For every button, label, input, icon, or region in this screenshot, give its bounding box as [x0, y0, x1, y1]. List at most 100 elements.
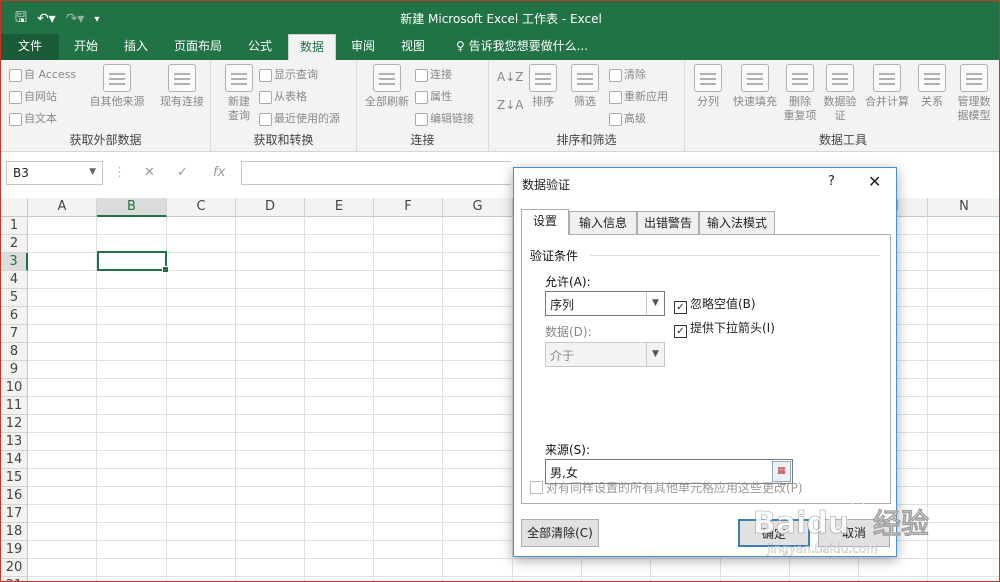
remove-duplicates-button[interactable]: 删除 重复项 [781, 64, 819, 123]
other-sources-button[interactable]: 自其他来源 [87, 64, 147, 109]
cancel-icon[interactable]: ✕ [144, 165, 155, 180]
column-header-b[interactable]: B [97, 198, 167, 217]
tab-data[interactable]: 数据 [288, 34, 336, 60]
refresh-all-button[interactable]: 全部刷新 [361, 64, 413, 109]
tab-error-alert[interactable]: 出错警告 [637, 211, 699, 235]
column-header-e[interactable]: E [305, 198, 374, 217]
tab-ime-mode[interactable]: 输入法模式 [699, 211, 775, 235]
tab-insert[interactable]: 插入 [113, 34, 159, 60]
row-header-21[interactable]: 21 [1, 577, 28, 581]
tab-input-message[interactable]: 输入信息 [569, 211, 637, 235]
formula-input[interactable] [241, 161, 511, 185]
column-header-f[interactable]: F [374, 198, 443, 217]
selected-cell[interactable] [97, 251, 169, 273]
group-sort-filter: A↓Z Z↓A 排序 筛选 清除 重新应用 高级 排序和筛选 [489, 60, 685, 152]
tab-view[interactable]: 视图 [391, 34, 435, 60]
select-all-corner[interactable] [1, 198, 28, 217]
from-table-button[interactable]: 从表格 [259, 88, 307, 104]
close-icon[interactable]: ✕ [868, 172, 881, 191]
from-access-button[interactable]: 自 Access [9, 66, 76, 82]
other-sources-icon [103, 64, 131, 92]
clear-filter-button[interactable]: 清除 [609, 66, 646, 82]
row-header-15[interactable]: 15 [1, 469, 28, 487]
row-header-19[interactable]: 19 [1, 541, 28, 559]
cancel-button[interactable]: 取消 [818, 519, 890, 547]
tab-home[interactable]: 开始 [63, 34, 109, 60]
column-header-a[interactable]: A [28, 198, 97, 217]
row-header-17[interactable]: 17 [1, 505, 28, 523]
row-header-1[interactable]: 1 [1, 217, 28, 235]
dialog-title: 数据验证 [522, 178, 571, 192]
sort-az-icon[interactable]: A↓Z [497, 70, 523, 84]
section-divider [590, 255, 880, 256]
chevron-down-icon[interactable]: ▼ [89, 167, 96, 177]
advanced-icon [609, 112, 622, 126]
ignore-blank-checkbox[interactable]: ✓ 忽略空值(B) [674, 295, 756, 314]
name-box[interactable]: B3 ▼ [6, 161, 103, 185]
allow-select[interactable]: 序列 ▼ [545, 291, 665, 316]
tab-formulas[interactable]: 公式 [237, 34, 283, 60]
row-header-11[interactable]: 11 [1, 397, 28, 415]
row-header-12[interactable]: 12 [1, 415, 28, 433]
relationships-icon [918, 64, 946, 92]
column-header-c[interactable]: C [167, 198, 236, 217]
recent-sources-button[interactable]: 最近使用的源 [259, 110, 340, 126]
web-icon [9, 90, 22, 104]
row-header-9[interactable]: 9 [1, 361, 28, 379]
data-validation-icon [826, 64, 854, 92]
grid-column-line [96, 217, 97, 581]
row-header-5[interactable]: 5 [1, 289, 28, 307]
tab-settings[interactable]: 设置 [521, 209, 569, 235]
ok-button[interactable]: 确定 [738, 519, 810, 547]
tell-me-box[interactable]: ♀ 告诉我您想要做什么... [447, 34, 597, 60]
grid-row-line [28, 576, 999, 577]
row-header-4[interactable]: 4 [1, 271, 28, 289]
properties-button[interactable]: 属性 [415, 88, 452, 104]
row-header-8[interactable]: 8 [1, 343, 28, 361]
column-header-g[interactable]: G [443, 198, 513, 217]
data-validation-button[interactable]: 数据验 证 [819, 64, 861, 123]
from-web-button[interactable]: 自网站 [9, 88, 57, 104]
column-header-d[interactable]: D [236, 198, 305, 217]
relationships-button[interactable]: 关系 [913, 64, 951, 109]
enter-icon[interactable]: ✓ [177, 165, 188, 180]
row-header-10[interactable]: 10 [1, 379, 28, 397]
consolidate-icon [873, 64, 901, 92]
checkbox-checked-icon: ✓ [674, 325, 687, 338]
tab-review[interactable]: 审阅 [341, 34, 385, 60]
reapply-icon [609, 90, 622, 104]
row-header-13[interactable]: 13 [1, 433, 28, 451]
sort-za-icon[interactable]: Z↓A [497, 98, 523, 112]
help-icon[interactable]: ? [828, 174, 835, 189]
in-cell-dropdown-checkbox[interactable]: ✓ 提供下拉箭头(I) [674, 319, 775, 338]
column-header-n[interactable]: N [928, 198, 999, 217]
row-header-18[interactable]: 18 [1, 523, 28, 541]
connections-button[interactable]: 连接 [415, 66, 452, 82]
consolidate-button[interactable]: 合并计算 [861, 64, 913, 109]
from-text-button[interactable]: 自文本 [9, 110, 57, 126]
show-queries-icon [259, 68, 272, 82]
show-queries-button[interactable]: 显示查询 [259, 66, 318, 82]
manage-data-model-button[interactable]: 管理数 据模型 [951, 64, 997, 123]
insert-function-icon[interactable]: fx [213, 165, 225, 180]
filter-button[interactable]: 筛选 [565, 64, 605, 109]
row-header-14[interactable]: 14 [1, 451, 28, 469]
advanced-filter-button[interactable]: 高级 [609, 110, 646, 126]
tab-page-layout[interactable]: 页面布局 [165, 34, 231, 60]
row-header-20[interactable]: 20 [1, 559, 28, 577]
existing-connections-button[interactable]: 现有连接 [155, 64, 209, 109]
new-query-button[interactable]: 新建 查询 [215, 64, 263, 123]
row-header-2[interactable]: 2 [1, 235, 28, 253]
sort-button[interactable]: 排序 [523, 64, 563, 109]
edit-links-button[interactable]: 编辑链接 [415, 110, 474, 126]
text-to-columns-button[interactable]: 分列 [687, 64, 729, 109]
row-header-7[interactable]: 7 [1, 325, 28, 343]
row-header-16[interactable]: 16 [1, 487, 28, 505]
row-header-6[interactable]: 6 [1, 307, 28, 325]
tab-file[interactable]: 文件 [1, 34, 59, 60]
flash-fill-button[interactable]: 快速填充 [729, 64, 781, 109]
clear-all-button[interactable]: 全部清除(C) [521, 519, 599, 547]
chevron-down-icon[interactable]: ▼ [646, 292, 664, 315]
reapply-button[interactable]: 重新应用 [609, 88, 668, 104]
row-header-3[interactable]: 3 [1, 253, 28, 271]
